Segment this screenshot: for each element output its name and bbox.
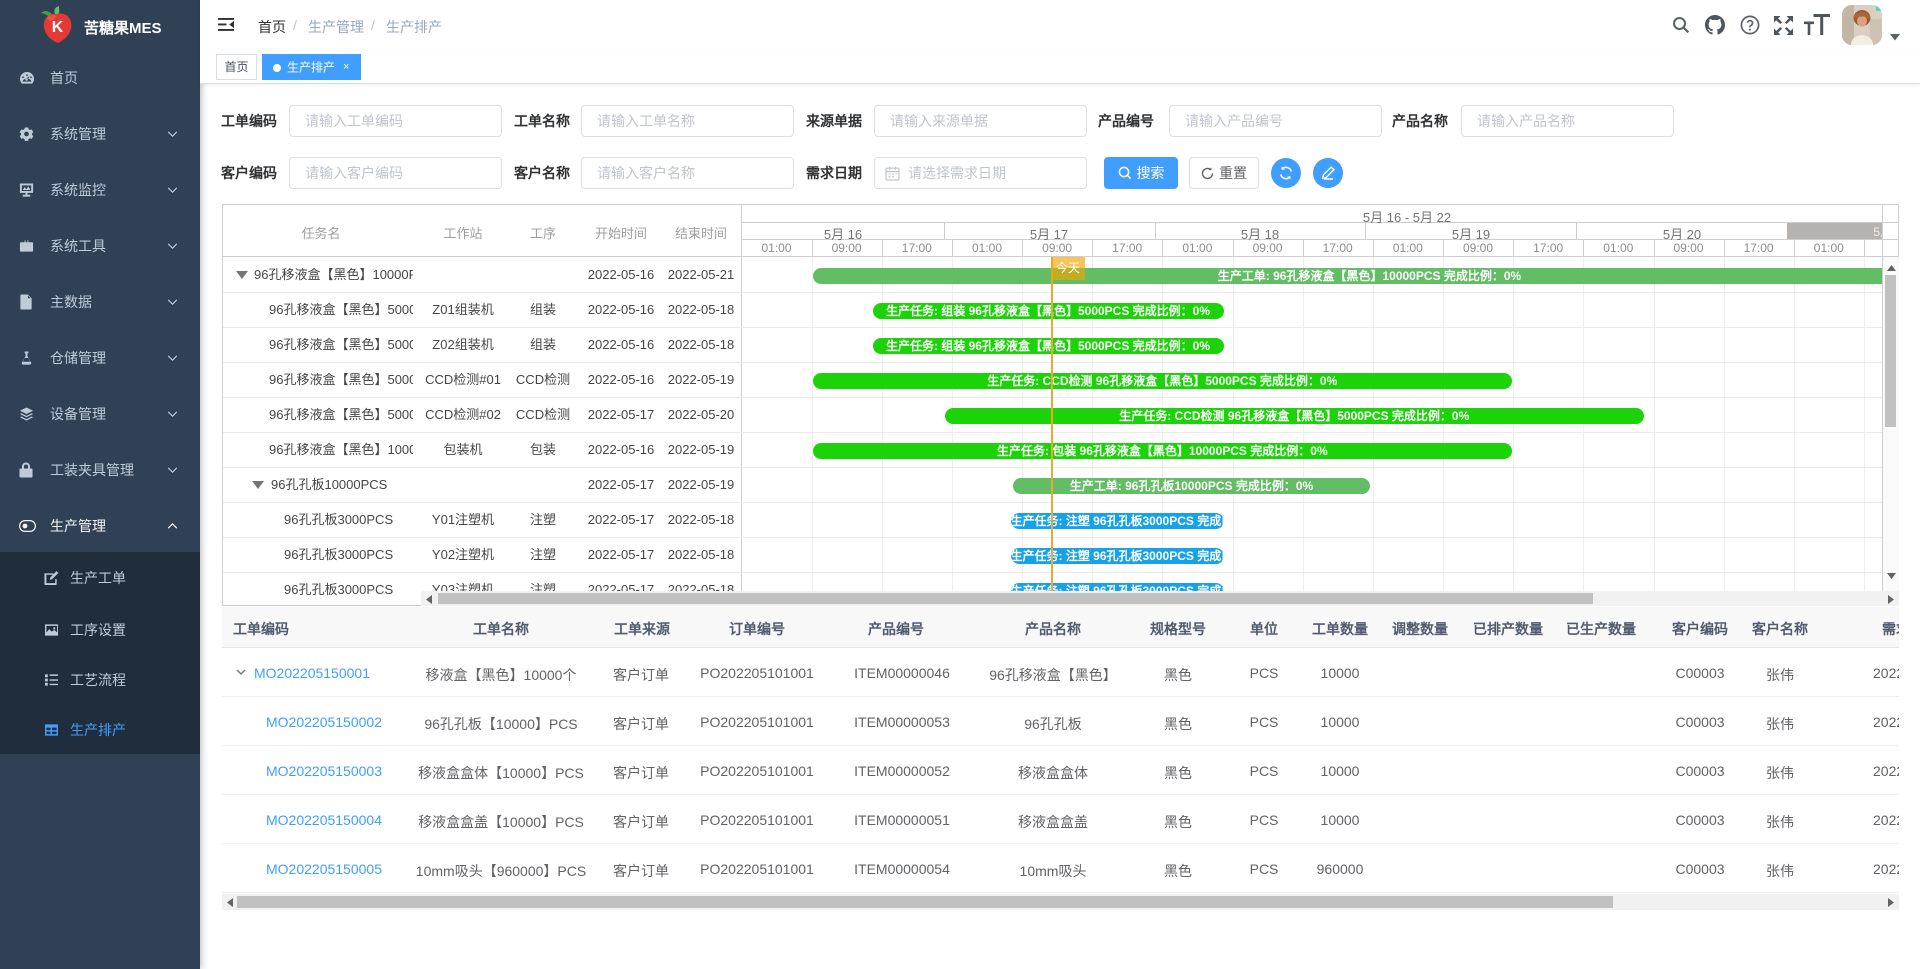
- svg-text:K: K: [52, 19, 64, 36]
